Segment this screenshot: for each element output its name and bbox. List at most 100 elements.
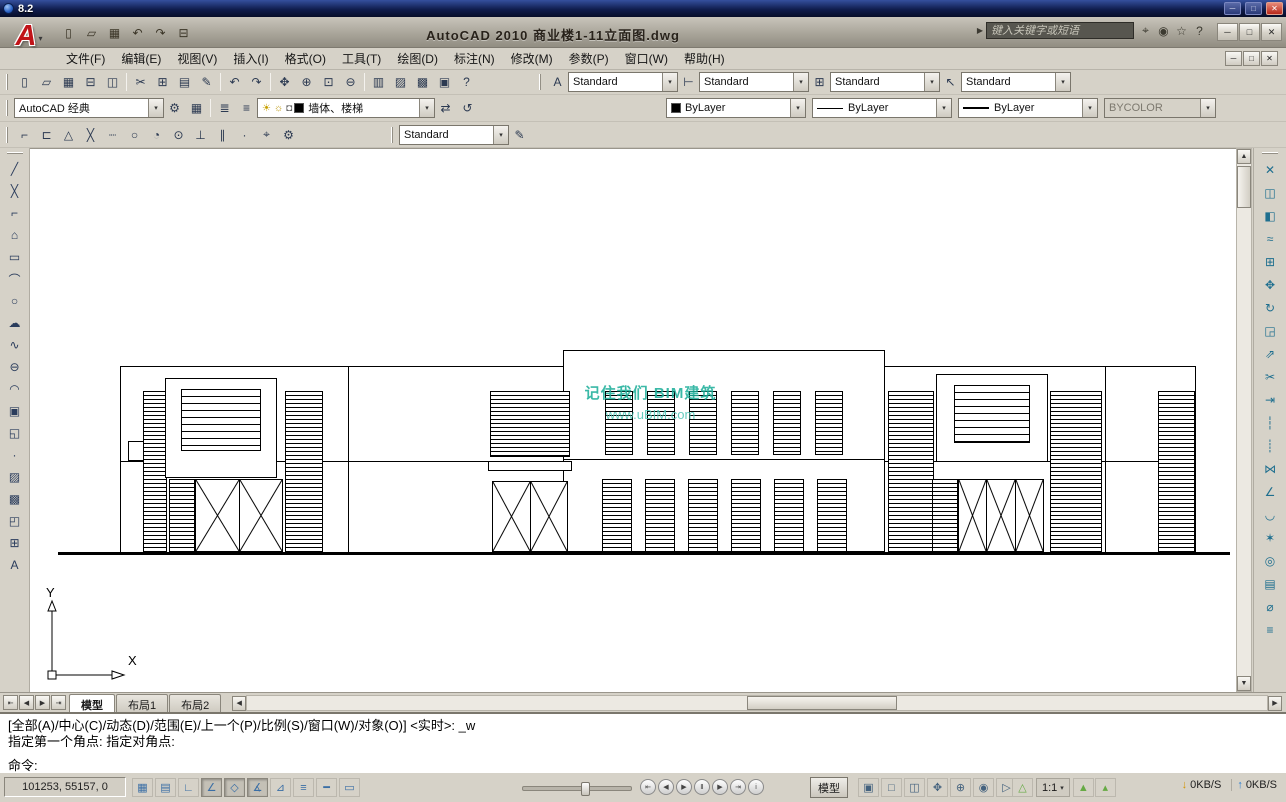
grid-toggle[interactable]: ▤	[155, 778, 176, 797]
point-icon[interactable]: ·	[4, 445, 26, 465]
layer-previous-icon[interactable]: ↺	[457, 98, 478, 119]
scrollbar-thumb[interactable]	[747, 696, 897, 710]
dropdown-icon[interactable]: ▾	[936, 99, 951, 117]
slider-thumb[interactable]	[581, 782, 590, 796]
snap-tangent-icon[interactable]: ⊙	[168, 124, 189, 145]
redo-icon[interactable]: ↷	[150, 22, 171, 43]
toolbar-grip[interactable]	[6, 100, 9, 116]
step-button[interactable]: ▶	[712, 779, 728, 795]
horizontal-scrollbar[interactable]: ◀ ▶	[232, 695, 1282, 711]
menu-item[interactable]: 编辑(E)	[113, 48, 169, 69]
doc-restore-button[interactable]: □	[1243, 51, 1260, 66]
layout-tab[interactable]: 布局1	[116, 694, 168, 712]
layer-combo[interactable]: ☀☼◘ 墙体、楼梯 ▾	[257, 98, 435, 118]
region-icon[interactable]: ◰	[4, 511, 26, 531]
polar-toggle[interactable]: ∠	[201, 778, 222, 797]
next-tab-button[interactable]: ▶	[35, 695, 50, 710]
snap-toggle[interactable]: ▦	[132, 778, 153, 797]
favorites-icon[interactable]: ☆	[1173, 22, 1190, 39]
circle-icon[interactable]: ○	[4, 291, 26, 311]
open-icon[interactable]: ▱	[81, 22, 102, 43]
move-icon[interactable]: ✥	[1259, 275, 1281, 295]
maximize-button[interactable]: □	[1239, 23, 1260, 41]
break-icon[interactable]: ┊	[1259, 436, 1281, 456]
osnap-settings-icon[interactable]: ⚙	[278, 124, 299, 145]
mirror-icon[interactable]: ◧	[1259, 206, 1281, 226]
join-icon[interactable]: ⋈	[1259, 459, 1281, 479]
explode-icon[interactable]: ✶	[1259, 528, 1281, 548]
match-properties-icon[interactable]: ✎	[509, 124, 530, 145]
snap-nearest-icon[interactable]: ⌖	[256, 124, 277, 145]
menu-item[interactable]: 工具(T)	[334, 48, 389, 69]
list-icon[interactable]: ≡	[1259, 620, 1281, 640]
annotation-autoscale-icon[interactable]: ▴	[1095, 778, 1116, 797]
menu-item[interactable]: 窗口(W)	[617, 48, 676, 69]
snap-from-icon[interactable]: ⌐	[14, 124, 35, 145]
scrollbar-track[interactable]	[246, 695, 1268, 711]
text-style-combo[interactable]: Standard ▾	[568, 72, 678, 92]
pause-button[interactable]: Ⅱ	[694, 779, 710, 795]
match-properties-icon[interactable]: ✎	[196, 72, 217, 93]
clipboard-icon[interactable]: ▤	[1259, 574, 1281, 594]
workspace-save-icon[interactable]: ▦	[186, 98, 207, 119]
offset-icon[interactable]: ≈	[1259, 229, 1281, 249]
insert-block-icon[interactable]: ▣	[4, 401, 26, 421]
recorder-slider[interactable]	[522, 786, 632, 791]
polyline-icon[interactable]: ⌐	[4, 203, 26, 223]
text-style-icon[interactable]: A	[547, 72, 568, 93]
minimize-button[interactable]: ─	[1217, 23, 1238, 41]
arc-icon[interactable]: ⌒	[4, 269, 26, 289]
table-icon[interactable]: ⊞	[4, 533, 26, 553]
new-icon[interactable]: ▯	[58, 22, 79, 43]
steering-wheel-icon[interactable]: ◉	[973, 778, 994, 797]
prev-frame-button[interactable]: ◀	[658, 779, 674, 795]
prev-tab-button[interactable]: ◀	[19, 695, 34, 710]
snap-perpendicular-icon[interactable]: ⊥	[190, 124, 211, 145]
rotate-icon[interactable]: ↻	[1259, 298, 1281, 318]
zoom-previous-icon[interactable]: ⊖	[340, 72, 361, 93]
menu-item[interactable]: 修改(M)	[503, 48, 561, 69]
scrollbar-thumb[interactable]	[1237, 166, 1251, 208]
multileader-style-combo[interactable]: Standard ▾	[961, 72, 1071, 92]
layout-tab[interactable]: 模型	[69, 694, 115, 712]
toolbar-grip[interactable]	[7, 152, 23, 155]
mtext-icon[interactable]: A	[4, 555, 26, 575]
lineweight-combo[interactable]: ByLayer ▾	[958, 98, 1098, 118]
menu-item[interactable]: 绘图(D)	[389, 48, 446, 69]
toolbar-grip[interactable]	[6, 127, 9, 143]
command-window[interactable]: [全部(A)/中心(C)/动态(D)/范围(E)/上一个(P)/比例(S)/窗口…	[0, 712, 1286, 772]
redo-icon[interactable]: ↷	[246, 72, 267, 93]
sheet-set-manager-icon[interactable]: ▣	[434, 72, 455, 93]
break-at-point-icon[interactable]: ┆	[1259, 413, 1281, 433]
scale-icon[interactable]: ◲	[1259, 321, 1281, 341]
quick-properties-toggle[interactable]: ▭	[339, 778, 360, 797]
undo-icon[interactable]: ↶	[127, 22, 148, 43]
menu-item[interactable]: 帮助(H)	[676, 48, 733, 69]
menu-item[interactable]: 标注(N)	[446, 48, 503, 69]
stretch-icon[interactable]: ⇗	[1259, 344, 1281, 364]
save-icon[interactable]: ▦	[58, 72, 79, 93]
plot-preview-icon[interactable]: ◫	[102, 72, 123, 93]
dropdown-icon[interactable]: ▾	[790, 99, 805, 117]
plot-icon[interactable]: ⊟	[173, 22, 194, 43]
autocad-logo[interactable]: A ▾	[4, 19, 54, 61]
toolbar-grip[interactable]	[6, 74, 9, 90]
scroll-down-icon[interactable]: ▼	[1237, 676, 1251, 691]
snap-endpoint-icon[interactable]: ⊏	[36, 124, 57, 145]
host-maximize-button[interactable]: □	[1245, 2, 1262, 15]
quick-view-layouts-icon[interactable]: □	[881, 778, 902, 797]
play-button[interactable]: ▶	[676, 779, 692, 795]
workspace-combo[interactable]: AutoCAD 经典 ▾	[14, 98, 164, 118]
layer-states-icon[interactable]: ≡	[236, 98, 257, 119]
properties-icon[interactable]: ▥	[368, 72, 389, 93]
save-icon[interactable]: ▦	[104, 22, 125, 43]
make-block-icon[interactable]: ◱	[4, 423, 26, 443]
doc-close-button[interactable]: ✕	[1261, 51, 1278, 66]
scroll-right-icon[interactable]: ▶	[1268, 696, 1282, 711]
infocenter-arrow-icon[interactable]: ▶	[977, 26, 983, 35]
multileader-style-icon[interactable]: ↖	[940, 72, 961, 93]
infocenter-search-input[interactable]	[986, 22, 1134, 39]
snap-center-icon[interactable]: ○	[124, 124, 145, 145]
host-close-button[interactable]: ✕	[1266, 2, 1283, 15]
array-icon[interactable]: ⊞	[1259, 252, 1281, 272]
